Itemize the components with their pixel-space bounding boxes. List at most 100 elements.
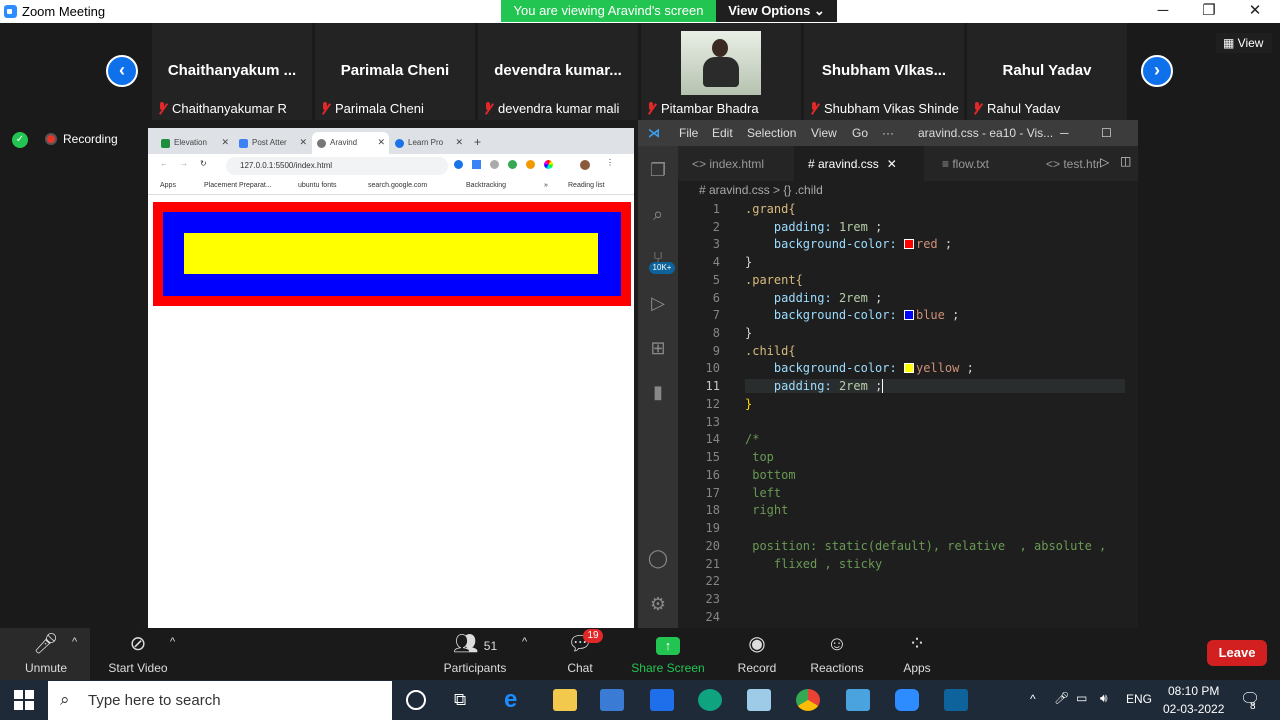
bookmark-item[interactable]: Placement Preparat... <box>204 182 272 189</box>
close-icon[interactable]: ✕ <box>1243 2 1267 20</box>
zoom-taskbar-icon[interactable] <box>895 689 919 711</box>
minimize-icon[interactable]: ─ <box>1060 126 1069 140</box>
microphone-icon[interactable]: 🎤︎ <box>1054 691 1069 705</box>
tab-test[interactable]: <> test.htr <box>1032 146 1108 181</box>
volume-icon[interactable]: 🔊︎ <box>1100 691 1108 706</box>
tab-flow-txt[interactable]: ≡ flow.txt <box>928 146 1028 181</box>
view-layout-button[interactable]: ▦ View <box>1216 33 1272 53</box>
windows-start-icon[interactable] <box>14 690 34 710</box>
menu-go[interactable]: Go <box>852 126 868 140</box>
run-debug-icon[interactable]: ▷ <box>646 291 670 315</box>
apps-button[interactable]: ⁘ Apps <box>900 632 934 675</box>
browser-menu-icon[interactable]: ⋮ <box>606 158 614 167</box>
split-editor-icon[interactable]: ◫ <box>1120 154 1131 168</box>
leave-button[interactable]: Leave <box>1207 640 1267 666</box>
new-tab-icon[interactable]: + <box>474 135 481 149</box>
cortana-icon[interactable] <box>406 690 426 710</box>
browser-tab[interactable]: Post Atter ✕ <box>234 132 311 154</box>
app-icon[interactable] <box>747 689 771 711</box>
close-tab-icon[interactable]: ✕ <box>299 137 307 148</box>
edge-icon[interactable] <box>698 689 722 711</box>
profile-avatar[interactable] <box>580 160 590 170</box>
close-tab-icon[interactable]: ✕ <box>455 137 463 148</box>
browser-tab[interactable]: Elevation ✕ <box>156 132 233 154</box>
participant-tile[interactable]: devendra kumar... devendra kumar mali <box>478 23 638 120</box>
close-tab-icon[interactable]: ✕ <box>221 137 229 148</box>
bookmark-item[interactable]: search.google.com <box>368 182 427 189</box>
network-icon[interactable]: ▭ <box>1076 691 1087 705</box>
account-icon[interactable]: ◯ <box>646 546 670 570</box>
file-explorer-icon[interactable] <box>553 689 577 711</box>
menu-more[interactable]: ··· <box>882 126 894 140</box>
participants-options-caret[interactable]: ^ <box>522 636 527 648</box>
explorer-icon[interactable]: ❐ <box>646 158 670 182</box>
task-view-icon[interactable]: ⧉ <box>454 690 466 710</box>
code-area[interactable]: 1 2 3 4 5 6 7 8 9 10 11 12 13 14 15 16 17 18 19 20 21 22 23 24 … <box>678 200 1138 628</box>
run-icon[interactable]: ▷ <box>1100 155 1109 169</box>
audio-options-caret[interactable]: ^ <box>72 636 77 648</box>
prev-page-button[interactable]: ‹ <box>106 55 138 87</box>
chart-icon[interactable]: ▮ <box>646 380 670 404</box>
clock-date[interactable]: 02-03-2022 <box>1163 702 1224 716</box>
start-video-button[interactable]: ⊘ Start Video <box>104 632 172 675</box>
extensions-icon[interactable]: ⊞ <box>646 336 670 360</box>
participants-button[interactable]: 👥︎ 51 Participants <box>440 632 510 675</box>
language-indicator[interactable]: ENG <box>1126 692 1152 706</box>
reading-list[interactable]: Reading list <box>568 182 605 189</box>
tab-index-html[interactable]: <> index.html <box>692 146 792 181</box>
extension-icon[interactable] <box>490 160 499 169</box>
more-bookmarks-icon[interactable]: » <box>544 182 548 189</box>
share-screen-button[interactable]: ↑ Share Screen <box>630 632 706 675</box>
browser-tab[interactable]: Learn Pro ✕ <box>390 132 467 154</box>
url-field[interactable]: 127.0.0.1:5500/index.html <box>226 157 448 175</box>
color-swatch-yellow[interactable] <box>903 363 914 373</box>
participant-tile[interactable]: Chaithanyakum ... Chaithanyakumar R <box>152 23 312 120</box>
forward-icon[interactable]: → <box>180 159 188 168</box>
settings-gear-icon[interactable]: ⚙ <box>646 592 670 616</box>
back-icon[interactable]: ← <box>160 159 168 168</box>
maximize-icon[interactable]: ❐ <box>1197 2 1221 20</box>
store-icon[interactable] <box>600 689 624 711</box>
edge-legacy-icon[interactable]: e <box>504 688 528 712</box>
reactions-button[interactable]: ☺ Reactions <box>808 632 866 675</box>
menu-file[interactable]: File <box>679 126 698 140</box>
tab-aravind-css[interactable]: # aravind.css ✕ <box>794 146 924 181</box>
view-options-button[interactable]: View Options ⌄ <box>716 0 837 22</box>
bookmark-item[interactable]: Apps <box>160 182 176 189</box>
photos-icon[interactable] <box>846 689 870 711</box>
next-page-button[interactable]: › <box>1141 55 1173 87</box>
color-swatch-blue[interactable] <box>903 310 914 320</box>
extension-icon[interactable] <box>526 160 535 169</box>
extension-icon[interactable] <box>508 160 517 169</box>
extension-icon[interactable] <box>544 160 553 169</box>
search-icon[interactable]: ⌕ <box>646 202 670 226</box>
chrome-icon[interactable] <box>796 689 820 711</box>
bookmark-item[interactable]: ubuntu fonts <box>298 182 337 189</box>
participant-tile[interactable]: Parimala Cheni Parimala Cheni <box>315 23 475 120</box>
close-tab-icon[interactable]: ✕ <box>887 157 897 171</box>
menu-selection[interactable]: Selection <box>747 126 796 140</box>
taskbar-search-box[interactable]: ⌕ Type here to search <box>48 681 392 720</box>
color-swatch-red[interactable] <box>903 239 914 249</box>
participant-tile[interactable]: Rahul Yadav Rahul Yadav <box>967 23 1127 120</box>
close-tab-icon[interactable]: ✕ <box>377 137 385 148</box>
unmute-button[interactable]: 🎤︎ Unmute <box>14 632 78 675</box>
extension-icon[interactable] <box>454 160 463 169</box>
encryption-shield-icon[interactable]: ✓ <box>12 132 28 148</box>
reload-icon[interactable]: ↻ <box>200 159 207 168</box>
menu-view[interactable]: View <box>811 126 837 140</box>
participant-tile[interactable]: Pitambar Bhadra <box>641 23 801 120</box>
maximize-icon[interactable]: ☐ <box>1101 126 1112 140</box>
record-button[interactable]: ◉ Record <box>736 632 778 675</box>
menu-edit[interactable]: Edit <box>712 126 733 140</box>
extension-icon[interactable] <box>472 160 481 169</box>
clock-time[interactable]: 08:10 PM <box>1168 684 1219 698</box>
tray-chevron-icon[interactable]: ^ <box>1030 692 1036 706</box>
browser-tab-active[interactable]: Aravind ✕ <box>312 132 389 154</box>
mail-icon[interactable] <box>650 689 674 711</box>
participant-tile[interactable]: Shubham VIkas... Shubham Vikas Shinde <box>804 23 964 120</box>
minimize-icon[interactable]: ─ <box>1151 2 1175 20</box>
vscode-taskbar-icon[interactable] <box>944 689 968 711</box>
video-options-caret[interactable]: ^ <box>170 636 175 648</box>
bookmark-item[interactable]: Backtracking <box>466 182 506 189</box>
